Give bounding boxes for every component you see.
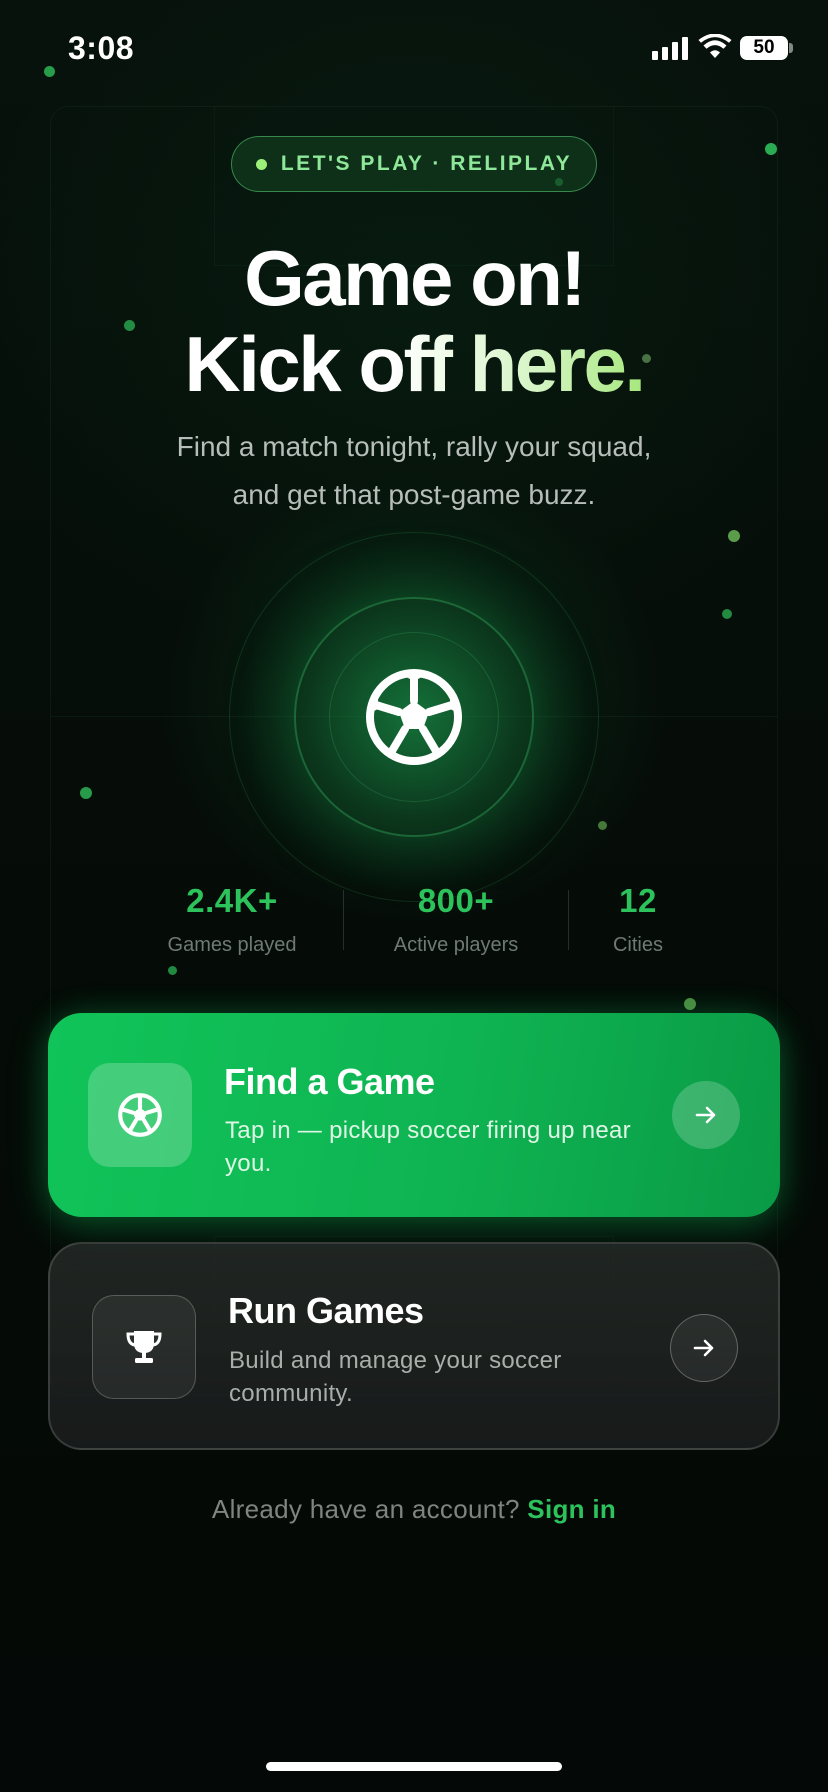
headline-line-1: Game on! xyxy=(244,234,586,322)
battery-tip xyxy=(789,43,793,53)
find-a-game-card[interactable]: Find a Game Tap in — pickup soccer firin… xyxy=(48,1013,780,1217)
brand-badge: LET'S PLAY · RELIPLAY xyxy=(231,136,597,192)
run-games-description: Build and manage your soccer community. xyxy=(229,1347,562,1407)
battery-indicator: 50 xyxy=(740,36,788,60)
subtitle-line-1: Find a match tonight, rally your squad, xyxy=(176,431,652,462)
stats-row: 2.4K+ Games played 800+ Active players 1… xyxy=(0,882,828,962)
find-a-game-icon-box xyxy=(88,1063,192,1167)
headline-line-2: Kick off here. xyxy=(0,322,828,406)
stat-divider xyxy=(568,890,569,950)
soccer-ball-icon xyxy=(118,1093,162,1137)
stat-value: 12 xyxy=(619,882,657,919)
find-a-game-arrow-button[interactable] xyxy=(672,1081,740,1149)
badge-dot-icon xyxy=(255,158,267,170)
particle-dot xyxy=(684,998,696,1010)
stat-value: 800+ xyxy=(417,882,495,919)
hero-graphic xyxy=(229,532,599,902)
badge-text: LET'S PLAY · RELIPLAY xyxy=(280,152,573,175)
wifi-icon xyxy=(698,34,732,58)
arrow-right-icon xyxy=(693,1339,714,1357)
particle-dot xyxy=(168,966,177,975)
find-a-game-title: Find a Game xyxy=(224,1061,435,1102)
subtitle: Find a match tonight, rally your squad, … xyxy=(0,423,828,519)
particle-dot xyxy=(728,530,740,542)
headline-line-2-text: Kick off here. xyxy=(184,320,646,408)
particle-dot xyxy=(80,787,92,799)
find-a-game-description: Tap in — pickup soccer firing up near yo… xyxy=(225,1117,631,1177)
stat-divider xyxy=(343,890,344,950)
run-games-title: Run Games xyxy=(228,1290,424,1331)
arrow-right-icon xyxy=(695,1106,716,1124)
stat-cities: 12 Cities xyxy=(588,882,688,957)
sign-in-question: Already have an account? xyxy=(211,1494,528,1524)
soccer-ball-icon xyxy=(366,669,462,765)
run-games-arrow-button[interactable] xyxy=(670,1314,738,1382)
stat-games-played: 2.4K+ Games played xyxy=(152,882,312,957)
stat-label: Games played xyxy=(167,934,297,956)
particle-dot xyxy=(765,143,777,155)
home-indicator[interactable] xyxy=(266,1762,562,1771)
particle-dot xyxy=(722,609,732,619)
stat-value: 2.4K+ xyxy=(186,882,278,919)
sign-in-prompt: Already have an account? Sign in xyxy=(0,1494,828,1525)
stat-label: Active players xyxy=(393,934,519,956)
status-time: 3:08 xyxy=(68,30,135,66)
status-bar: 3:08 50 xyxy=(0,0,828,100)
stat-label: Cities xyxy=(612,934,663,956)
subtitle-line-2: and get that post-game buzz. xyxy=(232,479,596,510)
run-games-icon-box xyxy=(92,1295,196,1399)
stat-active-players: 800+ Active players xyxy=(376,882,536,957)
particle-dot xyxy=(598,821,607,830)
trophy-icon xyxy=(126,1331,162,1363)
cellular-signal-icon xyxy=(652,36,688,60)
run-games-card[interactable]: Run Games Build and manage your soccer c… xyxy=(48,1242,780,1450)
sign-in-link[interactable]: Sign in xyxy=(527,1494,616,1524)
